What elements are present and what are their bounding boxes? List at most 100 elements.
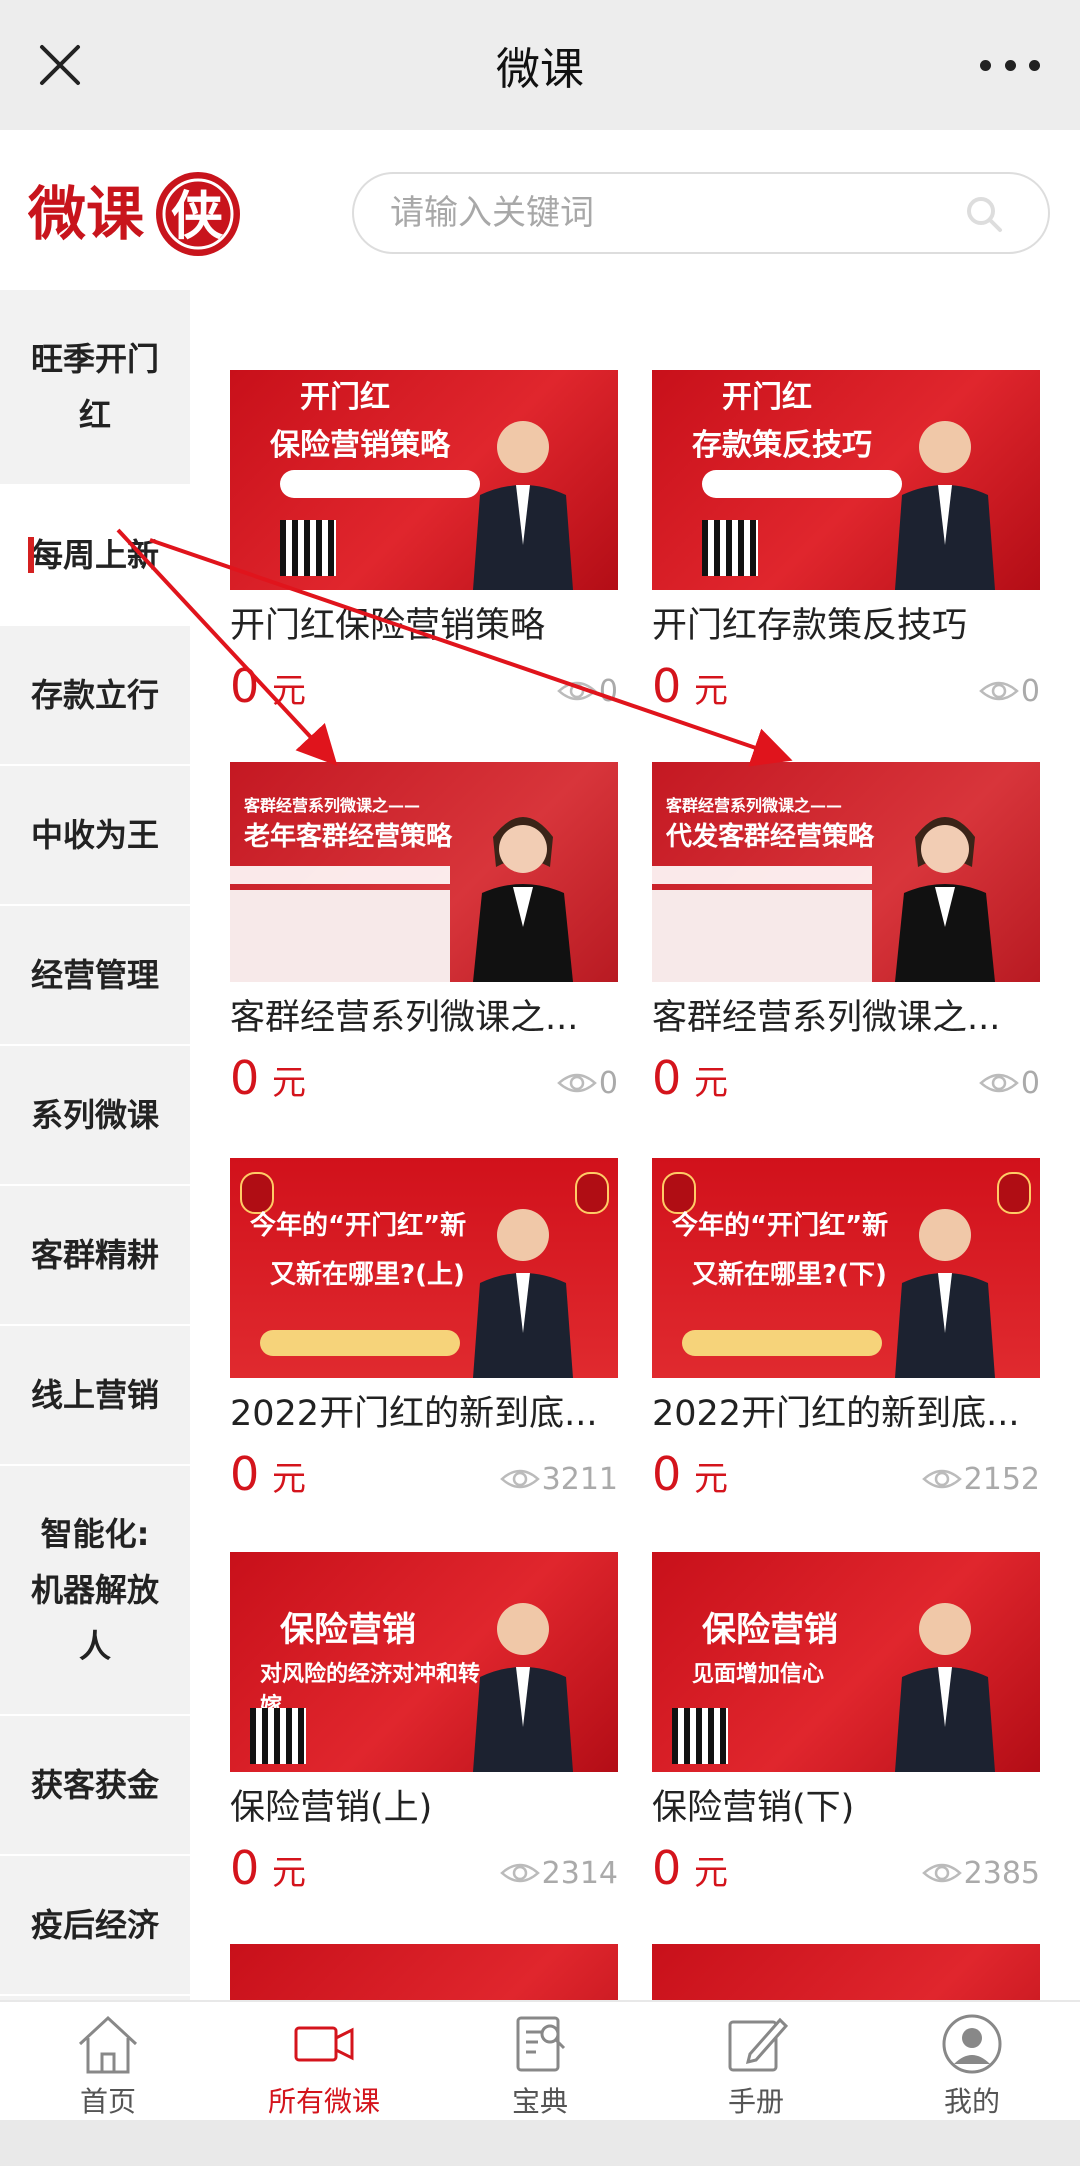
price-unit: 元 — [694, 1459, 728, 1499]
course-thumbnail[interactable] — [652, 1944, 1040, 2000]
tab-home[interactable]: 首页 — [0, 2010, 216, 2120]
course-title[interactable]: 开门红保险营销策略 — [230, 604, 618, 648]
sidebar-item-wangji[interactable]: 旺季开门红 — [0, 290, 190, 486]
presenter-photo — [895, 421, 995, 590]
course-card[interactable]: 客群经营系列微课之—— 老年客群经营策略 客群经营系列微课之... 0 元 0 — [230, 762, 618, 1110]
course-thumbnail[interactable]: 开门红 保险营销策略 — [230, 370, 618, 590]
course-card[interactable]: 保险营销 见面增加信心 保险营销(下) 0 元 2385 — [652, 1552, 1040, 1900]
course-card[interactable]: 保险营销 对风险的经济对冲和转嫁 保险营销(上) 0 元 2314 — [230, 1552, 618, 1900]
price-row: 0 元 0 — [652, 1046, 1040, 1110]
price-row: 0 元 0 — [230, 1046, 618, 1110]
price-value: 0 — [652, 1447, 682, 1501]
tab-handbook[interactable]: 宝典 — [432, 2010, 648, 2120]
course-thumbnail[interactable]: 客群经营系列微课之—— 老年客群经营策略 — [230, 762, 618, 982]
price-value: 0 — [230, 659, 260, 713]
course-card[interactable]: 开门红 保险营销策略 开门红保险营销策略 0 元 0 — [230, 370, 618, 718]
course-card[interactable]: 今年的“开门红”新 又新在哪里?(上) 2022开门红的新到底... 0 元 3… — [230, 1158, 618, 1506]
course-card[interactable] — [230, 1944, 618, 2000]
presenter-photo — [473, 1603, 573, 1772]
view-count: 2314 — [499, 1846, 618, 1900]
course-card[interactable]: 开门红 存款策反技巧 开门红存款策反技巧 0 元 0 — [652, 370, 1040, 718]
sidebar-item-management[interactable]: 经营管理 — [0, 906, 190, 1046]
presenter-photo — [473, 421, 573, 590]
course-title[interactable]: 保险营销(上) — [230, 1786, 618, 1830]
sidebar-item-online[interactable]: 线上营销 — [0, 1326, 190, 1466]
qr-code — [250, 1708, 306, 1764]
search-icon[interactable] — [964, 194, 1004, 234]
course-title[interactable]: 开门红存款策反技巧 — [652, 604, 1040, 648]
price-unit: 元 — [272, 671, 306, 711]
course-thumbnail[interactable]: 今年的“开门红”新 又新在哪里?(上) — [230, 1158, 618, 1378]
price-value: 0 — [230, 1051, 260, 1105]
price-row: 0 元 2152 — [652, 1442, 1040, 1506]
eye-icon — [557, 681, 597, 701]
price-unit: 元 — [694, 671, 728, 711]
search-box[interactable] — [352, 172, 1050, 254]
presenter-photo — [473, 817, 573, 982]
tab-manual[interactable]: 手册 — [648, 2010, 864, 2120]
bottom-tab-bar: 首页 所有微课 宝典 手册 我的 — [0, 2000, 1080, 2122]
sidebar-item-deposit[interactable]: 存款立行 — [0, 626, 190, 766]
tab-all-courses[interactable]: 所有微课 — [216, 2010, 432, 2120]
video-icon — [294, 2026, 354, 2062]
course-title[interactable]: 2022开门红的新到底... — [652, 1392, 1040, 1436]
price-row: 0 元 2385 — [652, 1836, 1040, 1900]
price-unit: 元 — [694, 1063, 728, 1103]
price-row: 0 元 0 — [652, 654, 1040, 718]
price-unit: 元 — [272, 1063, 306, 1103]
price-row: 0 元 0 — [230, 654, 618, 718]
home-icon — [78, 2015, 138, 2074]
eye-icon — [921, 1863, 962, 1883]
price-unit: 元 — [694, 1853, 728, 1893]
edit-icon — [728, 2017, 789, 2072]
eye-icon — [499, 1469, 540, 1489]
sidebar-item-income[interactable]: 中收为王 — [0, 766, 190, 906]
price-unit: 元 — [272, 1459, 306, 1499]
view-count: 0 — [979, 1056, 1040, 1110]
course-title[interactable]: 2022开门红的新到底... — [230, 1392, 618, 1436]
price-unit: 元 — [272, 1853, 306, 1893]
course-thumbnail[interactable]: 今年的“开门红”新 又新在哪里?(下) — [652, 1158, 1040, 1378]
view-count: 2385 — [921, 1846, 1040, 1900]
view-count: 0 — [557, 664, 618, 718]
course-title[interactable]: 客群经营系列微课之... — [652, 996, 1040, 1040]
course-thumbnail[interactable]: 客群经营系列微课之—— 代发客群经营策略 — [652, 762, 1040, 982]
course-thumbnail[interactable]: 保险营销 见面增加信心 — [652, 1552, 1040, 1772]
qr-code — [672, 1708, 728, 1764]
search-input[interactable] — [388, 192, 952, 234]
presenter-photo — [473, 1209, 573, 1378]
svg-text:微课: 微课 — [28, 180, 145, 248]
price-row: 0 元 2314 — [230, 1836, 618, 1900]
presenter-photo — [895, 817, 995, 982]
presenter-photo — [895, 1603, 995, 1772]
sidebar-item-intelligence[interactable]: 智能化:机器解放人 — [0, 1466, 190, 1716]
close-icon[interactable] — [30, 35, 90, 95]
price-row: 0 元 3211 — [230, 1442, 618, 1506]
course-thumbnail[interactable] — [230, 1944, 618, 2000]
course-card[interactable] — [652, 1944, 1040, 2000]
course-title[interactable]: 保险营销(下) — [652, 1786, 1040, 1830]
sidebar-item-weekly-new[interactable]: 每周上新 — [0, 486, 190, 626]
sidebar-item-customer[interactable]: 客群精耕 — [0, 1186, 190, 1326]
sidebar-item-post-epidemic[interactable]: 疫后经济 — [0, 1856, 190, 1996]
more-icon[interactable] — [980, 50, 1040, 80]
price-value: 0 — [652, 1841, 682, 1895]
course-title[interactable]: 客群经营系列微课之... — [230, 996, 618, 1040]
course-card[interactable]: 客群经营系列微课之—— 代发客群经营策略 客群经营系列微课之... 0 元 0 — [652, 762, 1040, 1110]
top-bar: 微课 — [0, 0, 1080, 130]
course-thumbnail[interactable]: 开门红 存款策反技巧 — [652, 370, 1040, 590]
price-value: 0 — [652, 1051, 682, 1105]
eye-icon — [979, 1073, 1019, 1093]
page-title: 微课 — [496, 44, 584, 95]
tab-mine[interactable]: 我的 — [864, 2010, 1080, 2120]
sidebar-item-series[interactable]: 系列微课 — [0, 1046, 190, 1186]
home-indicator-bar — [0, 2120, 1080, 2166]
user-icon — [942, 2014, 1002, 2074]
view-count: 2152 — [921, 1452, 1040, 1506]
course-thumbnail[interactable]: 保险营销 对风险的经济对冲和转嫁 — [230, 1552, 618, 1772]
course-card[interactable]: 今年的“开门红”新 又新在哪里?(下) 2022开门红的新到底... 0 元 2… — [652, 1158, 1040, 1506]
qr-code — [280, 520, 336, 576]
eye-icon — [499, 1863, 540, 1883]
sidebar-item-acquire[interactable]: 获客获金 — [0, 1716, 190, 1856]
view-count: 3211 — [499, 1452, 618, 1506]
